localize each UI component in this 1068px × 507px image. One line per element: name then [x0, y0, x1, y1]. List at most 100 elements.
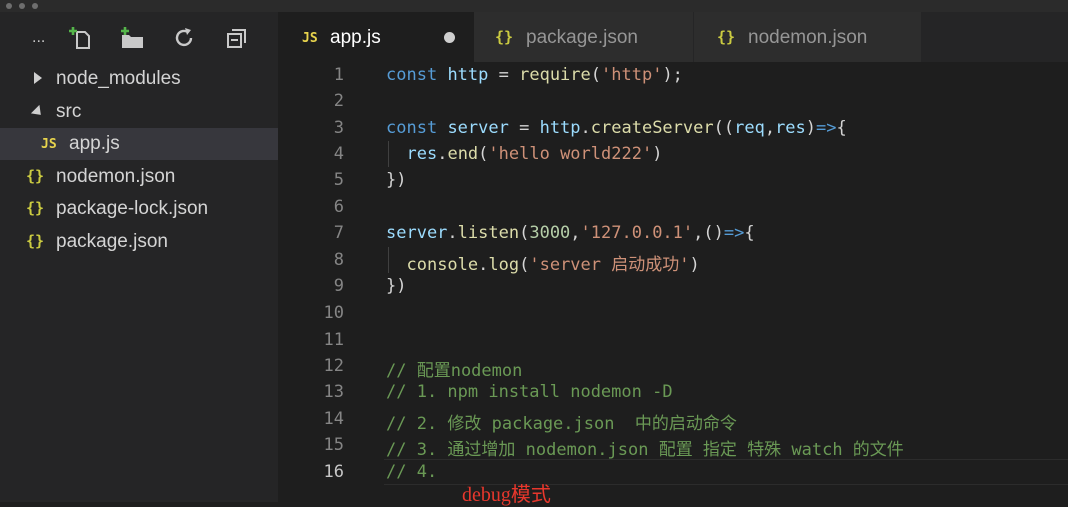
code-token: ((	[713, 118, 735, 138]
unsaved-dot-icon[interactable]	[444, 32, 455, 43]
code-token: const	[386, 65, 438, 85]
code-token: 3000	[529, 223, 571, 243]
code-line: 2	[278, 89, 1068, 115]
code-token: =	[508, 118, 540, 138]
line-number: 15	[323, 435, 344, 455]
code-token: .	[580, 118, 591, 138]
line-number: 11	[323, 330, 344, 350]
code-token: (	[590, 65, 602, 85]
code-token: end	[447, 144, 479, 164]
code-line: 9 })	[278, 274, 1068, 300]
line-number: 6	[333, 197, 344, 217]
tree-item-label: package.json	[56, 231, 168, 252]
tab-nodemon-json[interactable]: {} nodemon.json	[694, 12, 922, 62]
code-token: ,	[570, 223, 581, 243]
code-text: res.end('hello world222')	[386, 144, 662, 164]
line-number: 8	[333, 250, 344, 270]
code-token: (	[478, 144, 489, 164]
json-file-icon: {}	[26, 232, 45, 250]
javascript-file-icon: JS	[302, 31, 318, 46]
code-line: 1 const http = require('http');	[278, 63, 1068, 89]
code-comment: // 配置nodemon	[386, 361, 523, 381]
tab-app-js[interactable]: JS app.js	[278, 12, 474, 62]
code-token: =>	[816, 118, 837, 138]
code-token: {	[744, 223, 755, 243]
tree-item-src[interactable]: src	[0, 96, 278, 128]
tree-item-package-lock-json[interactable]: {} package-lock.json	[0, 193, 278, 225]
line-number: 12	[323, 356, 344, 376]
refresh-icon[interactable]	[172, 26, 196, 50]
code-line: 11	[278, 328, 1068, 354]
code-token: http	[447, 65, 489, 85]
line-number: 5	[333, 170, 344, 190]
code-token: console	[406, 255, 479, 275]
code-token: '127.0.0.1'	[580, 223, 694, 243]
line-number: 1	[333, 65, 344, 85]
tree-item-label: node_modules	[56, 68, 181, 89]
code-token: )	[689, 255, 700, 275]
zoom-window-dot[interactable]	[32, 3, 38, 9]
tree-item-package-json[interactable]: {} package.json	[0, 226, 278, 258]
code-token: http	[539, 118, 581, 138]
code-line: 4 res.end('hello world222')	[278, 142, 1068, 168]
collapse-all-icon[interactable]	[225, 26, 249, 50]
code-token: {	[836, 118, 847, 138]
line-number: 14	[323, 409, 344, 429]
code-comment: // 1. npm install nodemon -D	[386, 382, 673, 402]
close-window-dot[interactable]	[6, 3, 12, 9]
tree-item-label: package-lock.json	[56, 198, 209, 219]
annotation-text: debug模式	[462, 484, 551, 506]
code-comment: // 4.	[386, 462, 438, 482]
explorer-toolbar: ...	[0, 12, 278, 62]
code-line: 7 server.listen(3000,'127.0.0.1',()=>{	[278, 221, 1068, 247]
code-text: const http = require('http');	[386, 65, 683, 85]
new-file-icon[interactable]	[67, 26, 93, 50]
new-folder-icon[interactable]	[118, 26, 146, 50]
code-token: (	[519, 255, 530, 275]
code-line: 15 // 3. 通过增加 nodemon.json 配置 指定 特殊 watc…	[278, 433, 1068, 460]
json-file-icon: {}	[495, 28, 514, 46]
code-line-active: 16 // 4.	[278, 460, 1068, 486]
code-line: 8 console.log('server 启动成功')	[278, 248, 1068, 275]
code-token: =	[488, 65, 520, 85]
code-line: 3 const server = http.createServer((req,…	[278, 116, 1068, 142]
code-comment: // 3. 通过增加 nodemon.json 配置 指定 特殊 watch 的…	[386, 440, 904, 460]
minimize-window-dot[interactable]	[19, 3, 25, 9]
code-token: 'server 启动成功'	[529, 255, 690, 275]
window-titlebar	[0, 0, 1068, 12]
more-actions-button[interactable]: ...	[32, 26, 45, 50]
chevron-down-icon	[30, 104, 46, 120]
json-file-icon: {}	[26, 199, 45, 217]
editor-tab-bar: JS app.js {} package.json {} nodemon.jso…	[278, 12, 1068, 62]
javascript-file-icon: JS	[41, 137, 57, 152]
line-number: 7	[333, 223, 344, 243]
code-text: })	[386, 170, 407, 190]
tab-label: nodemon.json	[748, 27, 868, 48]
tab-package-json[interactable]: {} package.json	[474, 12, 694, 62]
chevron-right-icon	[34, 72, 42, 84]
code-line: 10	[278, 301, 1068, 327]
code-token: 'hello world222'	[488, 144, 653, 164]
code-token: );	[662, 65, 683, 85]
code-line: 12 // 配置nodemon	[278, 354, 1068, 381]
code-token: .	[447, 223, 458, 243]
code-token: require	[519, 65, 591, 85]
tree-item-label: nodemon.json	[56, 166, 176, 187]
code-token: res	[406, 144, 438, 164]
code-token: const	[386, 118, 438, 138]
code-editor[interactable]: 1 const http = require('http'); 2 3 cons…	[278, 62, 1068, 502]
line-number: 9	[333, 276, 344, 296]
tab-label: app.js	[330, 27, 381, 48]
code-token: )	[652, 144, 663, 164]
json-file-icon: {}	[717, 28, 736, 46]
code-token: ,	[693, 223, 704, 243]
tree-item-node-modules[interactable]: node_modules	[0, 63, 278, 95]
line-number: 2	[333, 91, 344, 111]
code-token: createServer	[590, 118, 714, 138]
line-number: 3	[333, 118, 344, 138]
line-number: 4	[333, 144, 344, 164]
tree-item-app-js[interactable]: JS app.js	[0, 128, 278, 160]
code-token: log	[488, 255, 520, 275]
code-token: (	[519, 223, 530, 243]
tree-item-nodemon-json[interactable]: {} nodemon.json	[0, 161, 278, 193]
